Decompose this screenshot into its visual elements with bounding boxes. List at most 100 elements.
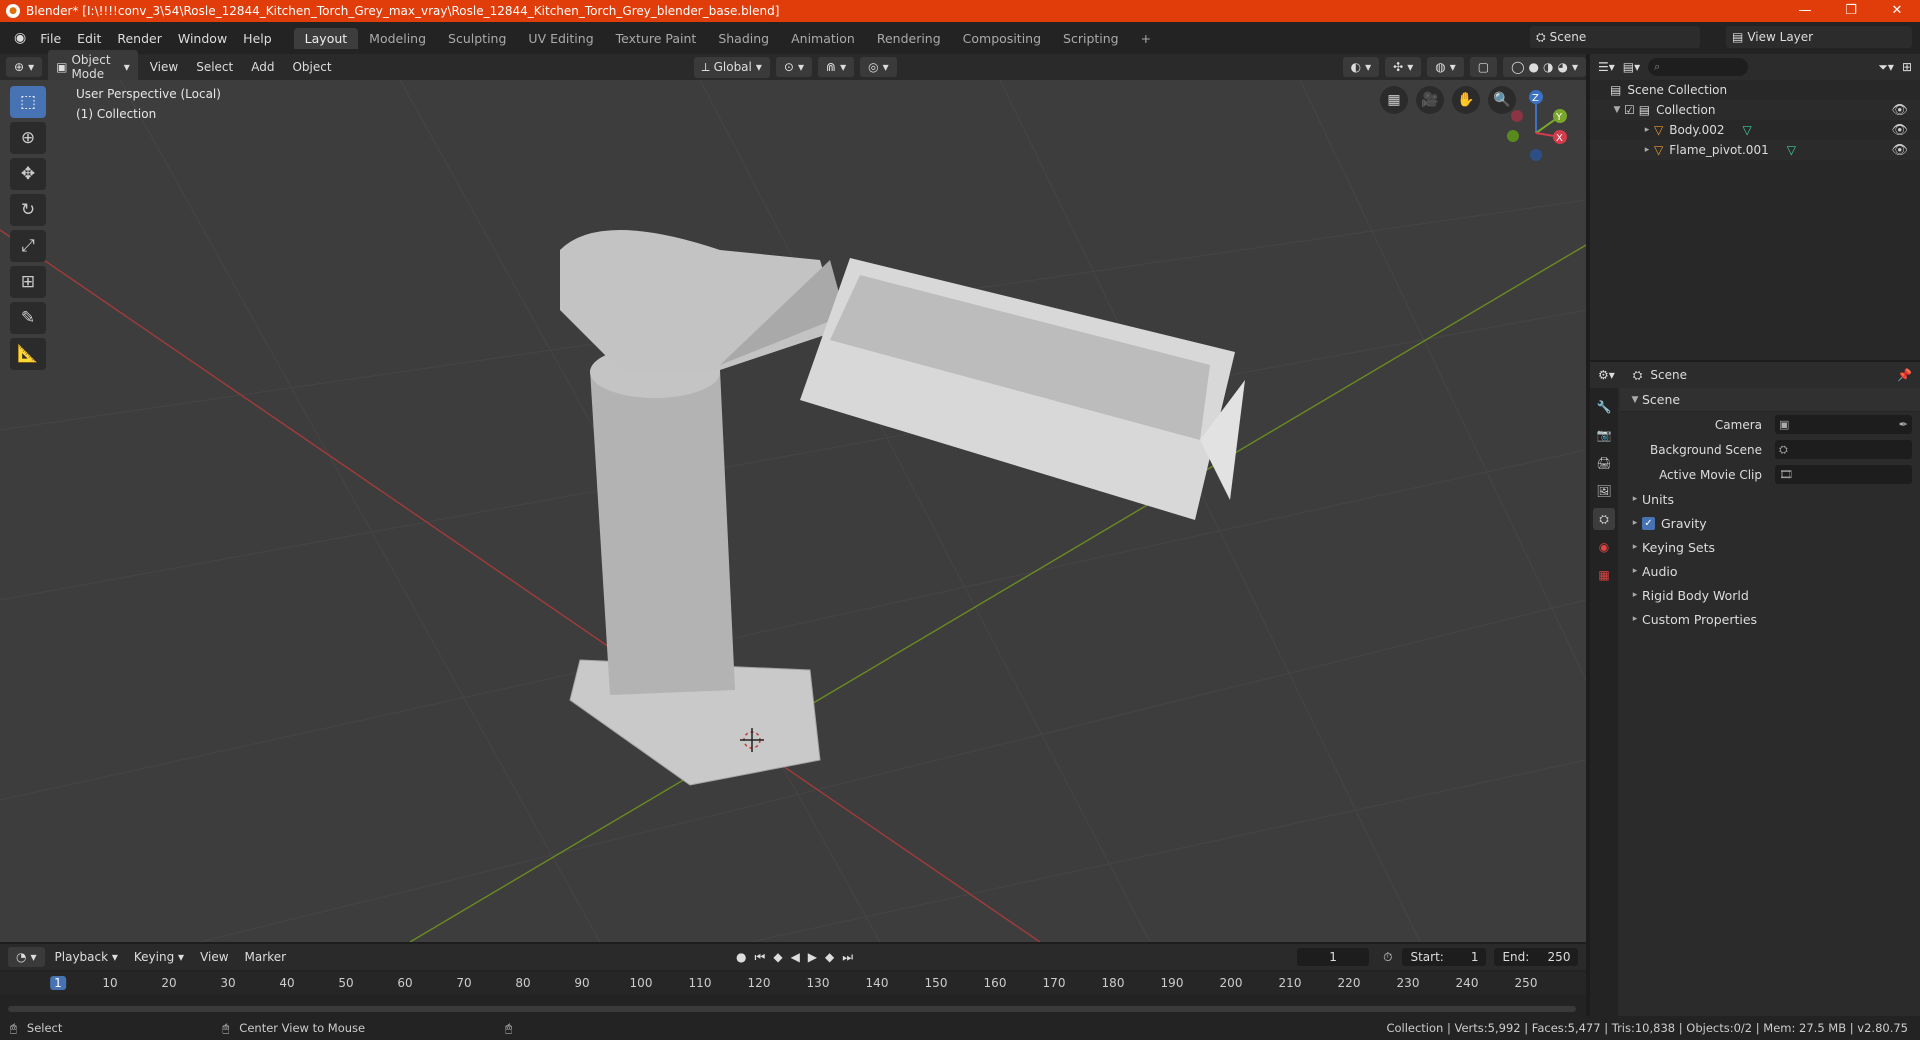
tab-shading[interactable]: Shading (707, 28, 780, 49)
gravity-checkbox[interactable]: ✓ (1642, 516, 1655, 530)
tab-rendering[interactable]: Rendering (866, 28, 952, 49)
outliner-search-input[interactable]: ⌕ (1648, 58, 1749, 76)
tool-tab[interactable]: 🔧 (1593, 396, 1615, 418)
snap-button[interactable]: ⋒ ▾ (818, 57, 855, 77)
tab-sculpting[interactable]: Sculpting (437, 28, 517, 49)
camera-view-button[interactable]: 🎥 (1416, 86, 1444, 114)
shading-modes[interactable]: ◯ ● ◑ ◕ ▾ (1503, 57, 1586, 77)
gravity-section[interactable]: ▸ ✓ Gravity (1620, 511, 1920, 535)
menu-help[interactable]: Help (235, 31, 280, 46)
eye-icon[interactable]: 👁 (1891, 143, 1908, 158)
record-icon[interactable]: ● (736, 950, 746, 965)
gizmo-button[interactable]: ✣ ▾ (1385, 57, 1422, 77)
menu-marker[interactable]: Marker (239, 947, 292, 967)
view-layer-selector[interactable]: ▤ View Layer (1726, 26, 1912, 48)
tab-scripting[interactable]: Scripting (1052, 28, 1130, 49)
outliner-editor-icon[interactable]: ☰▾ (1598, 60, 1615, 74)
jump-start-icon[interactable]: ⏮ (755, 950, 766, 965)
world-tab[interactable]: ◉ (1593, 536, 1615, 558)
close-button[interactable]: ✕ (1874, 0, 1920, 22)
checkbox-icon[interactable]: ☑ (1624, 103, 1635, 117)
scene-selector[interactable]: ⛭ Scene (1530, 26, 1700, 48)
tab-uv-editing[interactable]: UV Editing (517, 28, 604, 49)
menu-render[interactable]: Render (109, 31, 170, 46)
menu-select[interactable]: Select (190, 57, 239, 77)
menu-keying[interactable]: Keying ▾ (128, 947, 190, 967)
output-tab[interactable]: 🖨 (1593, 452, 1615, 474)
tab-compositing[interactable]: Compositing (952, 28, 1052, 49)
timeline-editor-button[interactable]: ◔ ▾ (8, 947, 45, 967)
new-collection-icon[interactable]: ⊞ (1902, 60, 1912, 74)
outliner-row-flame-pivot[interactable]: ▸ ▽ Flame_pivot.001 ▽ 👁 (1590, 140, 1920, 160)
display-mode-icon[interactable]: ▤▾ (1623, 60, 1640, 74)
menu-object[interactable]: Object (286, 57, 337, 77)
units-section[interactable]: ▸ Units (1620, 487, 1920, 511)
tab-texture-paint[interactable]: Texture Paint (605, 28, 708, 49)
scene-tab[interactable]: ⛭ (1593, 508, 1615, 530)
select-box-tool[interactable]: ⬚ (10, 86, 46, 118)
orientation-select[interactable]: ⟂ Global ▾ (693, 56, 770, 78)
view-layer-tab[interactable]: 🖼 (1593, 480, 1615, 502)
active-movie-clip-field[interactable]: 🎞 (1775, 465, 1912, 484)
timeline-scrollbar[interactable] (8, 1006, 1576, 1012)
maximize-button[interactable]: ❐ (1828, 0, 1874, 22)
keying-sets-section[interactable]: ▸ Keying Sets (1620, 535, 1920, 559)
filter-icon[interactable]: ⏷▾ (1878, 60, 1894, 75)
expand-arrow-icon[interactable]: ▸ (1640, 125, 1654, 135)
scale-tool[interactable]: ⤢ (10, 230, 46, 262)
rigid-body-world-section[interactable]: ▸ Rigid Body World (1620, 583, 1920, 607)
transform-tool[interactable]: ⊞ (10, 266, 46, 298)
eye-icon[interactable]: 👁 (1891, 103, 1908, 118)
play-icon[interactable]: ▶ (808, 950, 817, 965)
start-frame-field[interactable]: Start: 1 (1402, 948, 1487, 966)
menu-file[interactable]: File (32, 31, 69, 46)
rotate-tool[interactable]: ↻ (10, 194, 46, 226)
expand-arrow-icon[interactable]: ▼ (1610, 105, 1624, 115)
menu-playback[interactable]: Playback ▾ (49, 947, 124, 967)
visibility-button[interactable]: ◐ ▾ (1342, 57, 1380, 77)
next-keyframe-icon[interactable]: ◆ (825, 950, 834, 965)
scene-section-header[interactable]: ▼ Scene (1620, 388, 1920, 412)
menu-timeline-view[interactable]: View (194, 947, 234, 967)
editor-type-button[interactable]: ⊕ ▾ (6, 57, 43, 77)
cursor-tool[interactable]: ⊕ (10, 122, 46, 154)
current-frame-field[interactable]: 1 (1297, 948, 1370, 966)
expand-arrow-icon[interactable]: ▸ (1640, 145, 1654, 155)
blender-menu-icon[interactable]: ◉ (8, 30, 32, 46)
menu-window[interactable]: Window (170, 31, 235, 46)
menu-view[interactable]: View (144, 57, 184, 77)
measure-tool[interactable]: 📐 (10, 338, 46, 370)
annotate-tool[interactable]: ✎ (10, 302, 46, 334)
pin-icon[interactable]: 📌 (1897, 368, 1912, 382)
menu-add[interactable]: Add (245, 57, 280, 77)
proportional-edit-button[interactable]: ◎ ▾ (860, 57, 897, 77)
play-reverse-icon[interactable]: ◀ (791, 950, 800, 965)
pan-view-button[interactable]: ✋ (1452, 86, 1480, 114)
stopwatch-icon[interactable]: ⏱ (1383, 950, 1392, 965)
zoom-view-button[interactable]: 🔍 (1488, 86, 1516, 114)
move-tool[interactable]: ✥ (10, 158, 46, 190)
custom-properties-section[interactable]: ▸ Custom Properties (1620, 607, 1920, 631)
outliner-row-collection[interactable]: ▼ ☑ ▤ Collection 👁 (1590, 100, 1920, 120)
background-scene-field[interactable]: ⛭ (1775, 440, 1912, 459)
tab-modeling[interactable]: Modeling (358, 28, 437, 49)
current-frame-marker[interactable]: 1 (50, 976, 66, 990)
jump-end-icon[interactable]: ⏭ (842, 950, 853, 965)
tab-animation[interactable]: Animation (780, 28, 866, 49)
prev-keyframe-icon[interactable]: ◆ (773, 950, 782, 965)
frame-ruler[interactable]: 1 10 20 30 40 50 60 70 80 90 100 110 120 130 140 150 160… (0, 972, 1586, 994)
toggle-ortho-button[interactable]: ▦ (1380, 86, 1408, 114)
3d-viewport[interactable]: Z Y X ⬚ ⊕ ✥ ↻ ⤢ ⊞ ✎ 📐 User Perspective (… (0, 80, 1586, 942)
overlay-button[interactable]: ◍ ▾ (1427, 57, 1464, 77)
minimize-button[interactable]: — (1782, 0, 1828, 22)
tab-layout[interactable]: Layout (293, 27, 359, 49)
camera-field[interactable]: ▣ ✒ (1775, 415, 1912, 434)
eye-icon[interactable]: 👁 (1891, 123, 1908, 138)
menu-edit[interactable]: Edit (69, 31, 109, 46)
pivot-button[interactable]: ⊙ ▾ (775, 57, 812, 77)
audio-section[interactable]: ▸ Audio (1620, 559, 1920, 583)
mode-select[interactable]: ▣ Object Mode ▾ (48, 50, 138, 84)
add-workspace-button[interactable]: + (1130, 28, 1162, 49)
properties-editor-icon[interactable]: ⚙▾ (1598, 368, 1615, 382)
end-frame-field[interactable]: End: 250 (1494, 948, 1579, 966)
